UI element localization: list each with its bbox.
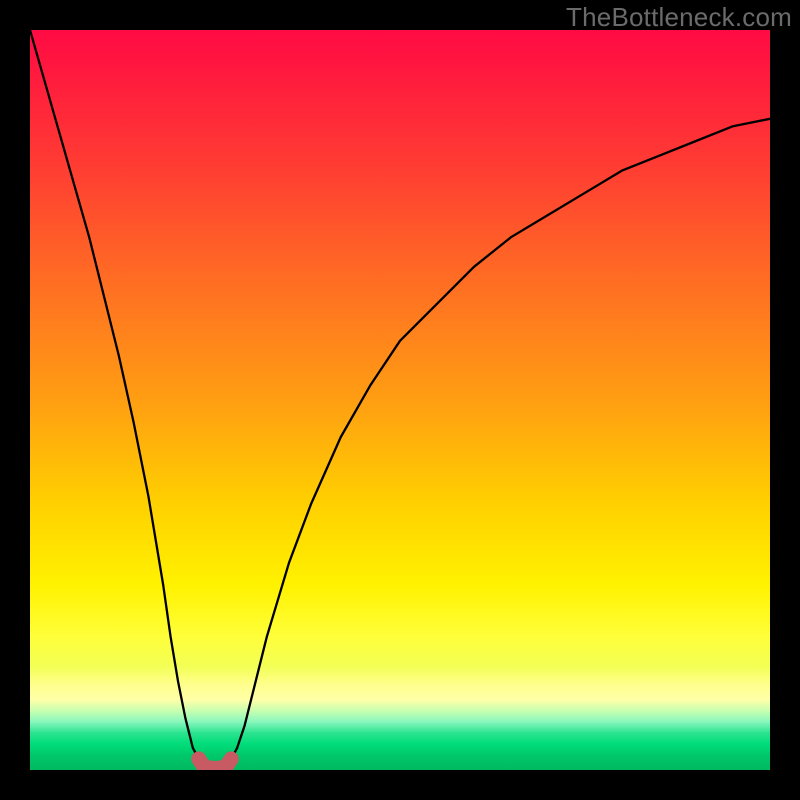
watermark-text: TheBottleneck.com [566,2,792,33]
plot-area [30,30,770,770]
curve-left-branch [30,30,199,759]
curve-right-branch [231,119,770,759]
chart-frame: TheBottleneck.com [0,0,800,800]
curve-layer [30,30,770,770]
curve-u-segment [199,759,232,769]
